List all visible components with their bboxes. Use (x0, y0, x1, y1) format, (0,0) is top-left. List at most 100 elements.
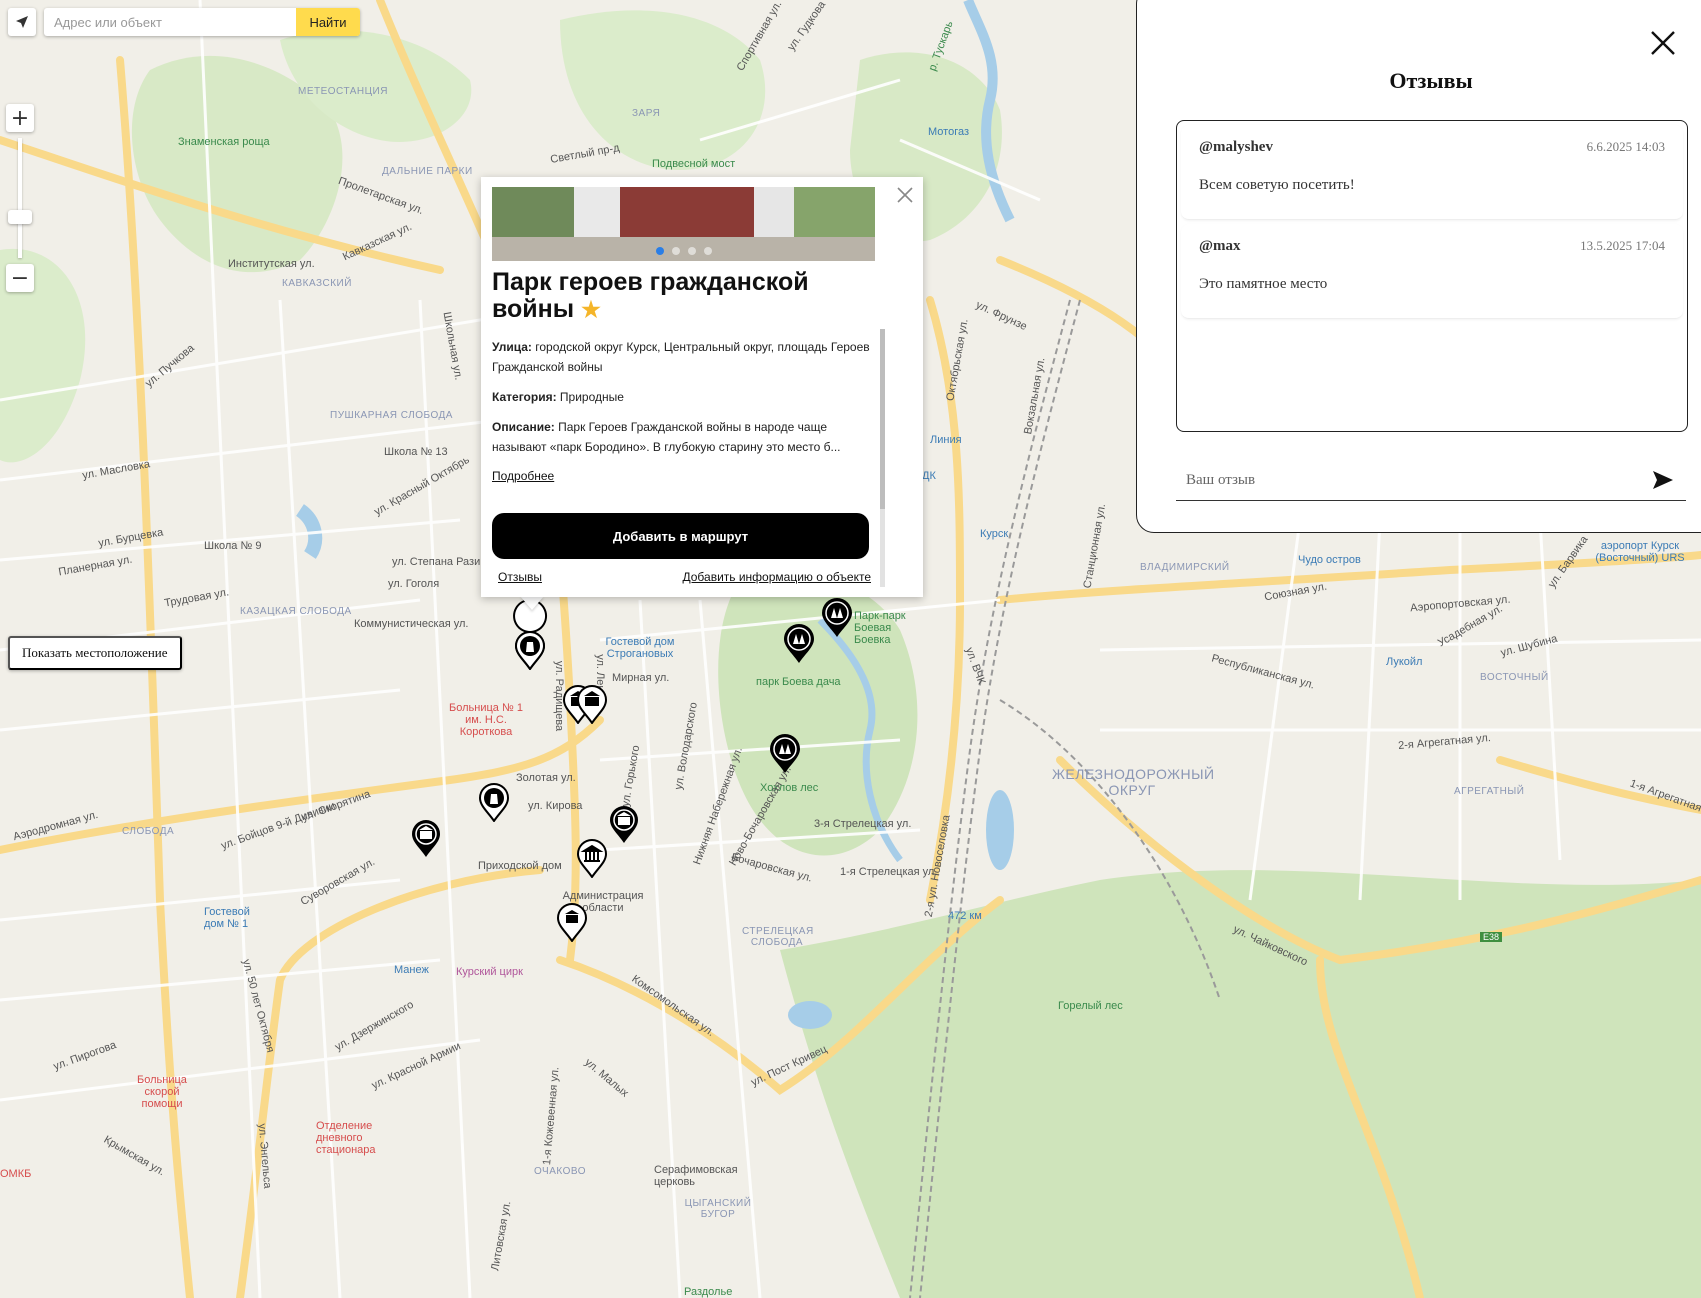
reviews-title: Отзывы (1389, 68, 1473, 93)
reviews-link[interactable]: Отзывы (498, 570, 542, 584)
map-label: Лукойл (1386, 656, 1423, 668)
map-label: ОМКБ (0, 1168, 32, 1180)
search-input[interactable] (44, 8, 296, 36)
map-label: КАВКАЗСКИЙ (282, 278, 352, 289)
map-label: СЛОБОДА (122, 826, 175, 837)
review-item: @malyshev 6.6.2025 14:03 Всем советую по… (1181, 125, 1683, 220)
close-icon[interactable] (895, 185, 915, 205)
carousel-dot[interactable] (655, 247, 664, 255)
map-label: Мотогаз (928, 126, 970, 138)
description-field: Описание: Парк Героев Гражданской войны … (492, 417, 872, 457)
map-label: E38 (1480, 932, 1503, 942)
map-label: Школа № 13 (384, 446, 448, 458)
balloon-scrollbar-thumb[interactable] (880, 329, 885, 509)
category-field: Категория: Природные (492, 387, 872, 407)
map-label: Парк-парк Боевая Боевка (854, 610, 906, 646)
museum-marker[interactable] (576, 838, 608, 879)
map-label: ВОСТОЧНЫЙ (1480, 672, 1549, 683)
zoom-slider-handle[interactable] (8, 210, 32, 224)
map-label: ВЛАДИМИРСКИЙ (1140, 562, 1230, 573)
monument-marker[interactable] (478, 782, 510, 823)
balloon-tail (520, 596, 544, 610)
zoom-out-button[interactable]: − (6, 264, 34, 292)
balloon-scrollbar[interactable] (880, 329, 885, 587)
map-label: Курский цирк (456, 966, 523, 978)
museum-marker[interactable] (608, 804, 640, 844)
map-label: ОЧАКОВО (534, 1166, 587, 1177)
street-field: Улица: городской округ Курск, Центральны… (492, 337, 872, 377)
review-text: Всем советую посетить! (1199, 177, 1355, 193)
search-button[interactable]: Найти (296, 8, 360, 36)
park-marker[interactable] (768, 732, 802, 774)
map-label: ЖЕЛЕЗНОДОРОЖНЫЙ ОКРУГ (1052, 766, 1215, 798)
map-label: Манеж (394, 964, 429, 976)
monument-marker[interactable] (514, 630, 546, 671)
map-label: Курск (980, 528, 1009, 540)
zoom-in-button[interactable]: + (6, 104, 34, 132)
show-location-button[interactable]: Показать местоположение (8, 636, 182, 670)
map-label: АГРЕГАТНЫЙ (1454, 786, 1525, 797)
map-label: Серафимовская церковь (654, 1164, 738, 1188)
map-label: ПУШКАРНАЯ СЛОБОДА (330, 410, 453, 421)
review-input-row (1176, 460, 1686, 501)
street-value: городской округ Курск, Центральный округ… (492, 340, 870, 374)
review-input[interactable] (1184, 460, 1628, 500)
park-marker[interactable] (782, 622, 816, 664)
map-label: Больница № 1 им. Н.С. Короткова (449, 702, 523, 738)
locate-arrow-icon (16, 16, 28, 28)
favorite-star-icon[interactable]: ★ (581, 297, 601, 322)
map-label: Подвесной мост (652, 158, 736, 170)
category-value: Природные (559, 390, 624, 404)
description-label: Описание: (492, 420, 555, 434)
add-to-route-button[interactable]: Добавить в маршрут (492, 513, 869, 559)
map-label: Отделение дневного стационара (316, 1120, 376, 1156)
map-label: Гостевой дом № 1 (204, 906, 250, 930)
review-item: @max 13.5.2025 17:04 Это памятное место (1181, 224, 1683, 319)
map-label: 1-я Стрелецкая ул. (840, 866, 938, 878)
map-label: ул. Гоголя (388, 578, 440, 590)
place-title-text: Парк героев гражданской войны (492, 269, 809, 323)
map-label: Коммунистическая ул. (354, 618, 469, 630)
locate-button[interactable] (8, 8, 36, 36)
park-marker[interactable] (820, 596, 854, 638)
send-icon[interactable] (1652, 470, 1674, 490)
carousel-dot[interactable] (687, 247, 696, 255)
plus-icon: + (10, 105, 30, 131)
review-user: @malyshev (1199, 139, 1273, 155)
place-title: Парк героев гражданской войны ★ (492, 269, 872, 323)
map-label: Чудо остров (1298, 554, 1361, 566)
map-label: Мирная ул. (612, 672, 670, 684)
museum-marker[interactable] (410, 818, 442, 858)
map-label: Знаменская роща (178, 136, 270, 148)
place-photo-carousel[interactable] (492, 187, 875, 261)
carousel-dots (492, 247, 875, 255)
map-label: СТРЕЛЕЦКАЯ СЛОБОДА (742, 926, 814, 948)
review-text: Это памятное место (1199, 276, 1328, 292)
map-label: 3-я Стрелецкая ул. (814, 818, 912, 830)
search-bar: Найти (44, 8, 360, 36)
map-label: Горелый лес (1058, 1000, 1123, 1012)
zoom-slider[interactable] (8, 138, 32, 258)
street-label: Улица: (492, 340, 532, 354)
map-label: Раздолье (684, 1286, 733, 1298)
add-info-link[interactable]: Добавить информацию о объекте (682, 570, 871, 584)
close-icon[interactable] (1648, 28, 1678, 58)
reviews-list[interactable]: @malyshev 6.6.2025 14:03 Всем советую по… (1176, 120, 1688, 432)
map-label: ул. Кирова (528, 800, 583, 812)
place-balloon: Парк героев гражданской войны ★ Улица: г… (481, 177, 923, 597)
zoom-control: + − (6, 104, 34, 292)
map-label: Гостевой дом Строгановых (605, 636, 675, 660)
map-label: МЕТЕОСТАНЦИЯ (298, 86, 388, 97)
carousel-dot[interactable] (703, 247, 712, 255)
review-date: 13.5.2025 17:04 (1580, 238, 1665, 253)
museum-marker[interactable] (556, 902, 588, 943)
more-link[interactable]: Подробнее (492, 469, 554, 483)
map-label: парк Боева дача (756, 676, 841, 688)
map-label: Больница скорой помощи (137, 1074, 187, 1110)
museum-marker[interactable] (576, 684, 608, 725)
review-user: @max (1199, 238, 1241, 254)
map-label: Линия (930, 434, 962, 446)
carousel-dot[interactable] (671, 247, 680, 255)
map-label: Золотая ул. (516, 772, 576, 784)
map-label: ЦЫГАНСКИЙ БУГОР (684, 1198, 752, 1220)
